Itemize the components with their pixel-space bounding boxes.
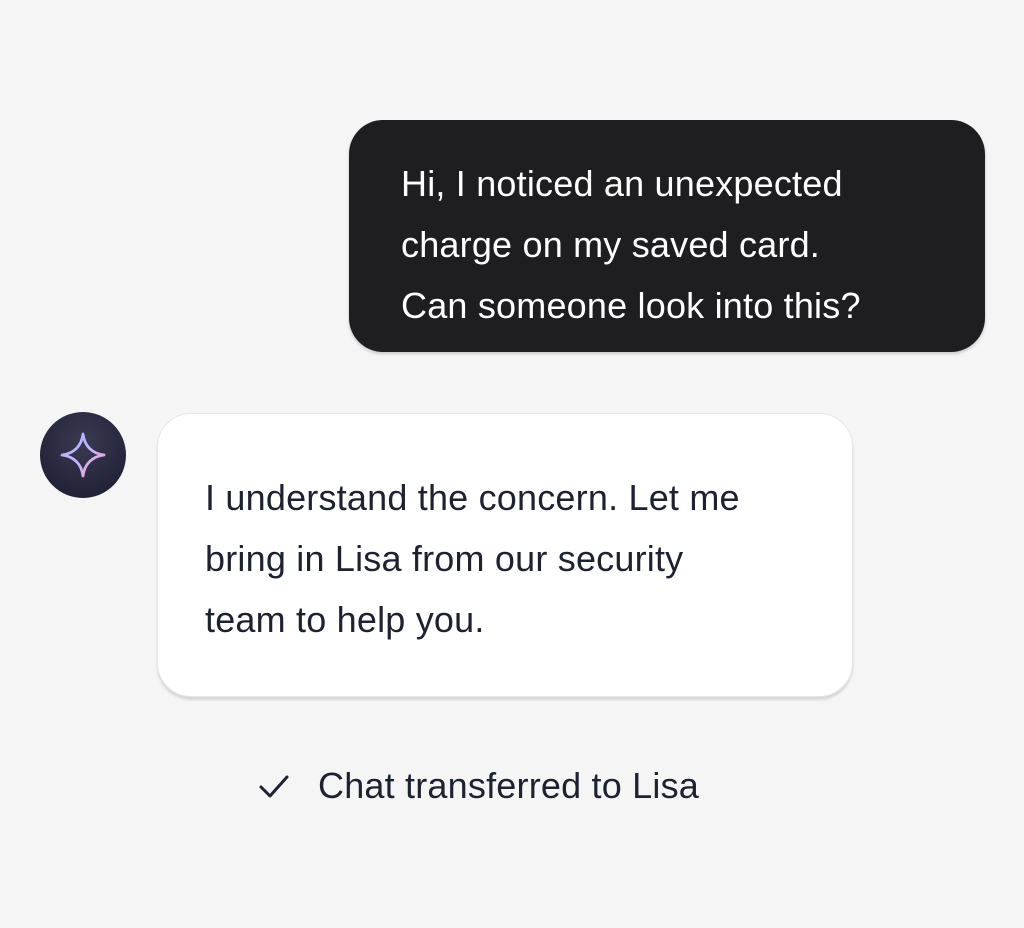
sparkle-icon (60, 432, 106, 478)
bot-message-bubble: I understand the concern. Let me bring i… (157, 413, 853, 697)
transfer-status-text: Chat transferred to Lisa (318, 765, 699, 806)
bot-avatar (40, 412, 126, 498)
transfer-status: Chat transferred to Lisa (256, 760, 699, 812)
user-message-bubble: Hi, I noticed an unexpected charge on my… (349, 120, 985, 352)
user-message-text: Hi, I noticed an unexpected charge on my… (401, 163, 861, 326)
bot-message-text: I understand the concern. Let me bring i… (205, 477, 740, 640)
check-icon (256, 768, 292, 804)
